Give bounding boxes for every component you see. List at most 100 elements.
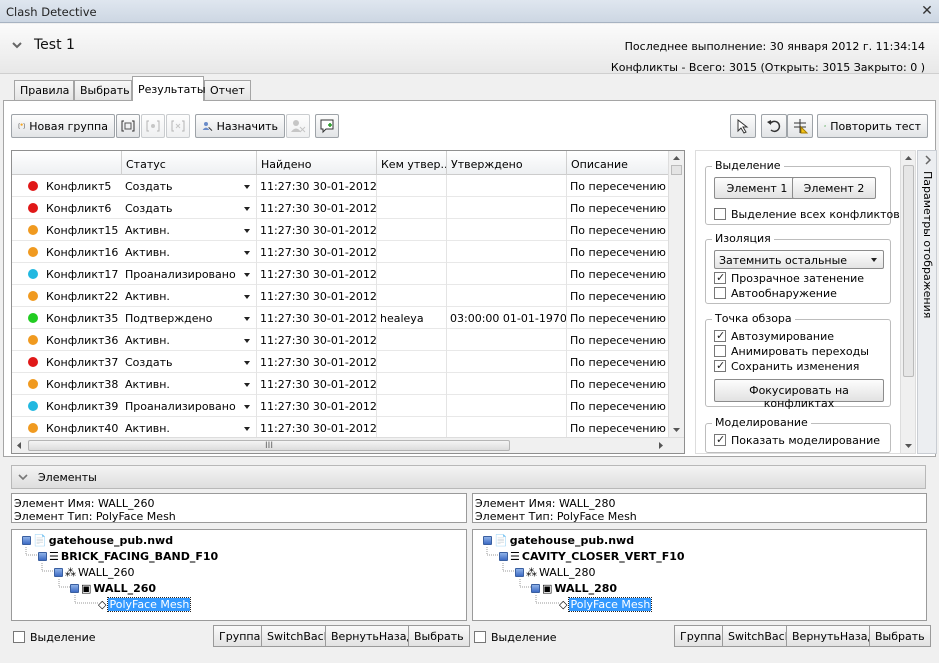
save-changes-box[interactable]: [714, 359, 726, 372]
table-row[interactable]: Конфликт36 Активн. 11:27:30 30-01-2012 По п…: [12, 329, 670, 351]
add-comment-button[interactable]: [315, 114, 339, 138]
chevron-down-icon[interactable]: [10, 38, 24, 52]
item2-highlight-box[interactable]: [474, 631, 486, 643]
chevron-down-icon[interactable]: [244, 427, 250, 431]
assign-button[interactable]: Назначить: [195, 114, 285, 138]
status-select[interactable]: Проанализировано: [122, 263, 257, 285]
isolation-dropdown[interactable]: Затемнить остальные: [714, 250, 884, 269]
tree-node-geometry[interactable]: ◇ PolyFace Mesh: [98, 596, 192, 612]
item2-return-button[interactable]: ВернутьНазад: [786, 625, 882, 647]
item2-select-button[interactable]: Выбрать: [869, 625, 931, 647]
table-row[interactable]: Конфликт17 Проанализировано 11:27:30 30-01…: [12, 263, 670, 285]
tab-report[interactable]: Отчет: [204, 80, 251, 100]
table-row[interactable]: Конфликт37 Создать 11:27:30 30-01-2012 По п…: [12, 351, 670, 373]
chevron-down-icon[interactable]: [244, 273, 250, 277]
expand-icon[interactable]: [483, 535, 492, 545]
status-select[interactable]: Активн.: [122, 241, 257, 263]
tree-node-group[interactable]: ⁂ WALL_260: [54, 565, 135, 579]
chevron-right-icon[interactable]: [924, 155, 932, 165]
table-row[interactable]: Конфликт22 Активн. 11:27:30 30-01-2012 По п…: [12, 285, 670, 307]
auto-reveal-checkbox[interactable]: Автообнаружение: [714, 286, 837, 300]
expand-icon[interactable]: [499, 551, 508, 561]
new-group-button[interactable]: Новая группа: [11, 114, 115, 138]
scroll-left-icon[interactable]: [16, 441, 22, 450]
chevron-down-icon[interactable]: [244, 405, 250, 409]
scroll-up-icon[interactable]: [904, 155, 913, 161]
ungroup-button[interactable]: [141, 114, 165, 138]
show-simulation-box[interactable]: [714, 433, 726, 446]
expand-icon[interactable]: [54, 567, 63, 577]
status-select[interactable]: Создать: [122, 175, 257, 197]
animate-transitions-checkbox[interactable]: Анимировать переходы: [714, 344, 869, 358]
settings-scroll-thumb[interactable]: [903, 165, 914, 377]
column-header-found[interactable]: Найдено: [257, 151, 377, 175]
tab-results[interactable]: Результаты: [132, 76, 206, 101]
item2-highlight-checkbox[interactable]: Выделение: [474, 630, 557, 644]
status-select[interactable]: Создать: [122, 197, 257, 219]
item1-group-button[interactable]: Группа: [213, 625, 267, 647]
vertical-scroll-thumb[interactable]: [671, 165, 682, 175]
auto-reveal-box[interactable]: [714, 287, 726, 299]
expand-icon[interactable]: [515, 567, 524, 577]
status-select[interactable]: Проанализировано: [122, 395, 257, 417]
scroll-down-icon[interactable]: [672, 427, 681, 433]
item1-return-button[interactable]: ВернутьНазад: [325, 625, 421, 647]
chevron-down-icon[interactable]: [244, 207, 250, 211]
chevron-down-icon[interactable]: [244, 317, 250, 321]
table-row[interactable]: Конфликт38 Активн. 11:27:30 30-01-2012 По п…: [12, 373, 670, 395]
unassign-button[interactable]: [286, 114, 310, 138]
select-all-clashes-box[interactable]: [714, 208, 726, 220]
results-grid[interactable]: Статус Найдено Кем утвер... Утверждено О…: [11, 150, 685, 454]
chevron-down-icon[interactable]: [244, 251, 250, 255]
chevron-down-icon[interactable]: [244, 185, 250, 189]
tab-rules[interactable]: Правила: [14, 80, 74, 100]
item1-select-button[interactable]: Выбрать: [408, 625, 470, 647]
expand-icon[interactable]: [531, 583, 540, 593]
item1-highlight-checkbox[interactable]: Выделение: [13, 630, 96, 644]
tree-node-layer[interactable]: ☰ CAVITY_CLOSER_VERT_F10: [499, 549, 685, 563]
grid-horizontal-scrollbar[interactable]: III: [12, 437, 684, 453]
item1-button[interactable]: Элемент 1: [714, 177, 800, 199]
select-all-clashes-checkbox[interactable]: Выделение всех конфликтов: [714, 207, 900, 221]
status-select[interactable]: Создать: [122, 351, 257, 373]
column-header-approved-by[interactable]: Кем утвер...: [377, 151, 447, 175]
status-select[interactable]: Активн.: [122, 285, 257, 307]
scroll-right-icon[interactable]: [658, 441, 664, 450]
focus-on-clash-button[interactable]: Фокусировать на конфликтах: [714, 379, 884, 410]
rerun-test-button[interactable]: Повторить тест: [817, 114, 928, 138]
display-settings-side-tab[interactable]: Параметры отображения: [917, 150, 937, 454]
settings-scrollbar[interactable]: [900, 151, 915, 453]
horizontal-scroll-thumb[interactable]: III: [28, 440, 510, 451]
elements-section-header[interactable]: Элементы: [11, 465, 926, 489]
tree-node-file[interactable]: 📄 gatehouse_pub.nwd: [22, 533, 173, 547]
status-select[interactable]: Активн.: [122, 417, 257, 439]
item2-group-button[interactable]: Группа: [674, 625, 728, 647]
chevron-down-icon[interactable]: [244, 229, 250, 233]
table-row[interactable]: Конфликт16 Активн. 11:27:30 30-01-2012 По п…: [12, 241, 670, 263]
tab-select[interactable]: Выбрать: [74, 80, 132, 100]
table-row[interactable]: Конфликт40 Активн. 11:27:30 30-01-2012 По п…: [12, 417, 670, 439]
table-row[interactable]: Конфликт15 Активн. 11:27:30 30-01-2012 По п…: [12, 219, 670, 241]
tree-node-geometry[interactable]: ◇ PolyFace Mesh: [559, 596, 653, 612]
item1-tree[interactable]: 📄 gatehouse_pub.nwd ☰ BRICK_FACING_BAND_F1…: [11, 529, 467, 621]
explode-group-button[interactable]: [166, 114, 190, 138]
status-select[interactable]: Подтверждено: [122, 307, 257, 329]
select-clash-button[interactable]: [730, 114, 756, 138]
expand-icon[interactable]: [70, 583, 79, 593]
table-row[interactable]: Конфликт39 Проанализировано 11:27:30 30-01…: [12, 395, 670, 417]
tree-node-object[interactable]: ▣ WALL_260: [70, 581, 156, 595]
chevron-down-icon[interactable]: [18, 472, 28, 482]
auto-zoom-box[interactable]: [714, 329, 726, 342]
expand-icon[interactable]: [22, 535, 31, 545]
table-row[interactable]: Конфликт35 Подтверждено 11:27:30 30-01-201…: [12, 307, 670, 329]
table-row[interactable]: Конфликт5 Создать 11:27:30 30-01-2012 По пе…: [12, 175, 670, 197]
chevron-down-icon[interactable]: [244, 383, 250, 387]
column-header-approved[interactable]: Утверждено: [447, 151, 567, 175]
item2-button[interactable]: Элемент 2: [792, 177, 876, 199]
status-select[interactable]: Активн.: [122, 329, 257, 351]
save-changes-checkbox[interactable]: Сохранить изменения: [714, 359, 859, 373]
tree-node-layer[interactable]: ☰ BRICK_FACING_BAND_F10: [38, 549, 218, 563]
chevron-down-icon[interactable]: [244, 339, 250, 343]
auto-zoom-checkbox[interactable]: Автозумирование: [714, 329, 834, 343]
tree-node-file[interactable]: 📄 gatehouse_pub.nwd: [483, 533, 634, 547]
